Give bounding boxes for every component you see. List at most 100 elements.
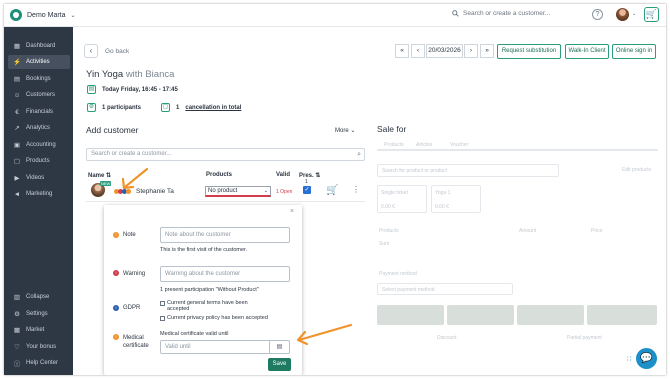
last-day-icon[interactable]: » bbox=[480, 44, 494, 58]
column-pres[interactable]: Pres. ⇅ bbox=[299, 172, 320, 179]
add-customer-title: Add customer bbox=[86, 125, 139, 135]
user-icon: ☺ bbox=[13, 91, 21, 99]
save-button[interactable]: Save bbox=[268, 358, 291, 371]
search-icon bbox=[452, 10, 459, 17]
chevron-down-icon: ⌄ bbox=[263, 188, 268, 194]
sidebar-item-analytics[interactable]: ↗ Analytics bbox=[8, 121, 70, 135]
walk-in-client-button[interactable]: Walk-In Client bbox=[565, 44, 609, 59]
discount-link[interactable]: Discount bbox=[437, 335, 456, 341]
tab-products[interactable]: Products bbox=[384, 142, 404, 148]
cancellation-count: 1 bbox=[176, 104, 180, 111]
close-icon[interactable]: × bbox=[290, 208, 294, 215]
tab-voucher[interactable]: Voucher bbox=[450, 142, 468, 148]
sidebar-item-bonus[interactable]: ♡ Your bonus bbox=[8, 340, 70, 354]
sidebar-item-label: Collapse bbox=[26, 294, 50, 300]
sidebar-item-label: Customers bbox=[26, 92, 56, 98]
product-chip[interactable]: Yoga 1 0.00 € bbox=[431, 185, 481, 213]
dashboard-icon: ▦ bbox=[13, 43, 21, 50]
help-icon[interactable]: ? bbox=[592, 9, 603, 20]
annotation-arrow-icon bbox=[296, 323, 353, 346]
euro-icon: € bbox=[15, 108, 19, 116]
customer-search-input[interactable]: Search or create a customer... ⌕ bbox=[86, 148, 365, 161]
payment-option[interactable] bbox=[447, 305, 514, 325]
partial-payment-link[interactable]: Partial payment bbox=[567, 335, 602, 341]
product-select[interactable]: No product ⌄ bbox=[205, 186, 271, 197]
more-vertical-icon[interactable]: ⋮ bbox=[352, 185, 360, 194]
sidebar-item-accounting[interactable]: ▣ Accounting bbox=[8, 138, 70, 152]
account-name: Demo Marta bbox=[27, 11, 66, 19]
prev-day-icon[interactable]: ‹ bbox=[411, 44, 425, 58]
column-name[interactable]: Name ⇅ bbox=[88, 172, 111, 179]
medical-date-input[interactable]: Valid until ▤ bbox=[160, 340, 290, 354]
chat-icon[interactable]: 💬 bbox=[636, 348, 657, 369]
product-chip-price: 0.00 € bbox=[435, 204, 449, 210]
online-sign-in-button[interactable]: Online sign in bbox=[612, 44, 656, 59]
clipboard-icon: ▣ bbox=[13, 142, 21, 149]
chevron-left-icon[interactable]: ‹ bbox=[84, 44, 98, 58]
sidebar-item-bookings[interactable]: ▤ Bookings bbox=[8, 72, 70, 86]
payment-option[interactable] bbox=[587, 305, 657, 325]
calendar-icon[interactable]: ▤ bbox=[269, 341, 289, 353]
more-label: More bbox=[335, 128, 349, 134]
sidebar-item-settings[interactable]: ⚙ Settings bbox=[8, 307, 70, 321]
more-dropdown[interactable]: More ⌄ bbox=[335, 127, 355, 134]
cart-icon[interactable]: 🛒 bbox=[644, 7, 659, 22]
product-chip[interactable]: Single ticket 0.00 € bbox=[377, 185, 427, 213]
sidebar-item-financials[interactable]: € Financials bbox=[8, 105, 70, 119]
sale-sum-row: Sum bbox=[379, 241, 390, 247]
sidebar-item-dashboard[interactable]: ▦ Dashboard bbox=[8, 39, 70, 53]
sale-title: Sale for bbox=[377, 124, 407, 134]
medical-label: Medical certificate bbox=[123, 335, 149, 349]
gdpr-icon: i bbox=[113, 305, 119, 311]
product-chip-price: 0.00 € bbox=[381, 204, 395, 210]
sidebar-item-marketing[interactable]: ◄ Marketing bbox=[8, 187, 70, 201]
sidebar-item-market[interactable]: ▩ Market bbox=[8, 323, 70, 337]
payment-option[interactable] bbox=[377, 305, 444, 325]
go-back-link[interactable]: Go back bbox=[105, 48, 129, 55]
account-switcher[interactable]: Demo Marta ⌄ bbox=[10, 9, 76, 21]
medical-info: Medical certificate valid until bbox=[160, 331, 229, 337]
activity-time-text: Today Friday, 16:45 - 17:45 bbox=[102, 86, 178, 93]
play-icon: ▶ bbox=[14, 175, 20, 182]
gdpr-privacy-label: Current privacy policy has been accepted bbox=[167, 315, 268, 321]
product-chip-name: Yoga 1 bbox=[435, 190, 451, 196]
chart-icon: ↗ bbox=[14, 125, 20, 132]
edit-products-link[interactable]: Edit products bbox=[622, 167, 651, 173]
checkbox-box[interactable] bbox=[160, 316, 165, 321]
payment-method-label: Payment method bbox=[379, 271, 417, 277]
request-substitution-button[interactable]: Request substitution bbox=[497, 44, 561, 59]
column-valid: Valid bbox=[276, 172, 291, 178]
avatar[interactable] bbox=[616, 8, 629, 21]
first-day-icon[interactable]: « bbox=[395, 44, 409, 58]
chevron-down-icon[interactable]: ⌄ bbox=[632, 11, 636, 17]
warning-input[interactable]: Warning about the customer bbox=[160, 266, 290, 282]
payment-method-select[interactable]: Select payment method bbox=[377, 283, 513, 295]
store-icon: ▩ bbox=[13, 327, 21, 334]
warning-icon: ! bbox=[113, 270, 119, 276]
note-input[interactable]: Note about the customer bbox=[160, 227, 290, 243]
checkbox-box[interactable] bbox=[160, 301, 165, 306]
payment-option[interactable] bbox=[517, 305, 584, 325]
global-search[interactable]: Search or create a customer... bbox=[452, 10, 550, 17]
activity-stats: ⚙ 1 participants ▢ 1 cancellation in total bbox=[87, 103, 241, 112]
apps-grid-icon[interactable]: ∷ bbox=[627, 355, 631, 363]
sidebar-item-collapse[interactable]: ▥ Collapse bbox=[8, 290, 70, 304]
sidebar-item-help-center[interactable]: ⓘ Help Center bbox=[8, 356, 70, 370]
tab-articles[interactable]: Articles bbox=[416, 142, 432, 148]
gdpr-privacy-checkbox[interactable]: Current privacy policy has been accepted bbox=[160, 315, 290, 321]
sidebar-item-products[interactable]: ▢ Products bbox=[8, 154, 70, 168]
participants-text: 1 participants bbox=[102, 104, 142, 111]
sale-search-input[interactable]: Search for product or product bbox=[377, 164, 559, 177]
sidebar-item-videos[interactable]: ▶ Videos bbox=[8, 171, 70, 185]
cart-add-icon[interactable]: 🛒 bbox=[326, 185, 338, 196]
sidebar-item-activities[interactable]: ⚡ Activities bbox=[8, 55, 70, 69]
presence-checkbox[interactable]: ✓ bbox=[303, 186, 311, 194]
gdpr-terms-checkbox[interactable]: Current general terms have been accepted bbox=[160, 300, 270, 312]
collapse-icon: ▥ bbox=[13, 294, 21, 301]
next-day-icon[interactable]: › bbox=[464, 44, 478, 58]
sidebar-item-customers[interactable]: ☺ Customers bbox=[8, 88, 70, 102]
date-field[interactable]: 20/03/2026 bbox=[426, 44, 463, 58]
annotation-arrow-icon bbox=[121, 167, 149, 190]
customer-search-placeholder: Search or create a customer... bbox=[91, 151, 172, 157]
cancellation-link[interactable]: cancellation in total bbox=[185, 105, 241, 111]
